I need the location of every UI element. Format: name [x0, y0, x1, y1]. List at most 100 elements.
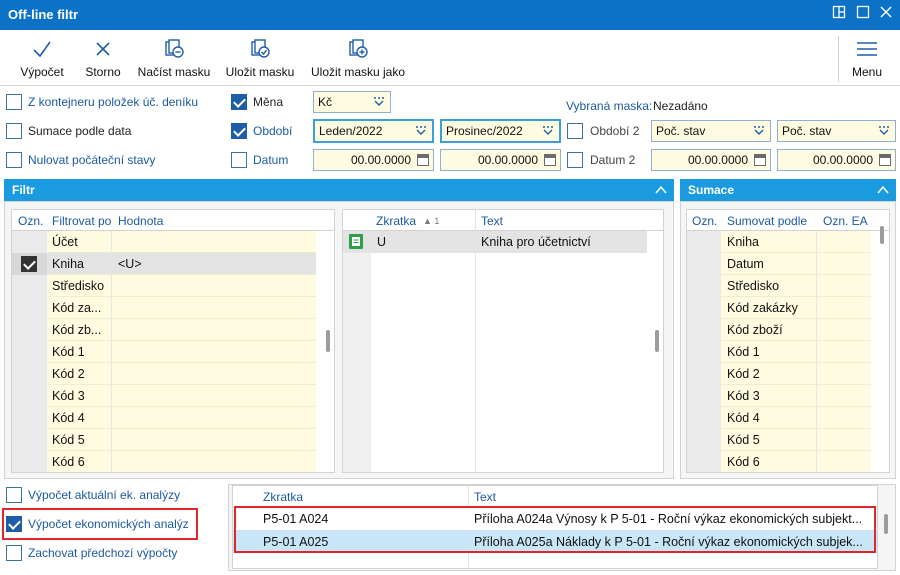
row-mark-cell[interactable]: [12, 385, 47, 407]
col-header[interactable]: Ozn.: [18, 214, 43, 228]
economic-analysis-checkbox[interactable]: [6, 516, 22, 532]
table-row[interactable]: Kód 4: [12, 407, 316, 429]
calendar-icon[interactable]: [754, 154, 766, 166]
date-checkbox[interactable]: [231, 152, 247, 168]
filter-value-cell[interactable]: [112, 429, 316, 451]
date-to-input[interactable]: 00.00.0000: [440, 149, 561, 171]
filter-value-cell[interactable]: [112, 231, 316, 253]
period-from-select[interactable]: Leden/2022: [313, 119, 434, 143]
col-header[interactable]: Hodnota: [118, 214, 163, 228]
sum-scrollbar[interactable]: [880, 226, 884, 244]
table-row[interactable]: Kód 2: [687, 363, 871, 385]
filter-value-cell[interactable]: [112, 451, 316, 472]
reset-initial-checkbox[interactable]: [6, 152, 22, 168]
sum-by-date-checkbox[interactable]: [6, 123, 22, 139]
row-mark-cell[interactable]: [12, 319, 47, 341]
table-row[interactable]: Středisko: [12, 275, 316, 297]
row-mark-cell[interactable]: [12, 363, 47, 385]
period2-checkbox[interactable]: [567, 123, 583, 139]
filter-scrollbar[interactable]: [326, 330, 330, 352]
col-header[interactable]: Zkratka: [263, 490, 303, 504]
date-from-input[interactable]: 00.00.0000: [313, 149, 434, 171]
filter-value-cell[interactable]: [112, 385, 316, 407]
row-mark-cell[interactable]: [12, 429, 47, 451]
filter-value-cell[interactable]: [112, 275, 316, 297]
table-row[interactable]: Kód 1: [12, 341, 316, 363]
table-row[interactable]: Středisko: [687, 275, 871, 297]
table-row[interactable]: Kód 6: [687, 451, 871, 472]
filter-value-cell[interactable]: [112, 297, 316, 319]
currency-select[interactable]: Kč: [313, 91, 391, 113]
period-to-select[interactable]: Prosinec/2022: [440, 119, 561, 143]
table-row[interactable]: Kód 3: [12, 385, 316, 407]
sum-ea-cell[interactable]: [817, 363, 871, 385]
table-row[interactable]: Kniha: [687, 231, 871, 253]
sum-ea-cell[interactable]: [817, 253, 871, 275]
filter-value-cell[interactable]: [112, 407, 316, 429]
col-header[interactable]: Filtrovat po: [52, 214, 111, 228]
col-header[interactable]: Text: [481, 214, 503, 228]
col-header[interactable]: Zkratka: [376, 214, 416, 228]
date2-checkbox[interactable]: [567, 152, 583, 168]
row-checkbox[interactable]: [21, 256, 37, 272]
calendar-icon[interactable]: [544, 154, 556, 166]
restore-icon[interactable]: [830, 5, 848, 23]
filter-value-cell[interactable]: [112, 363, 316, 385]
table-row[interactable]: Kód 5: [12, 429, 316, 451]
current-analysis-checkbox[interactable]: [6, 487, 22, 503]
filter-value-cell[interactable]: [112, 319, 316, 341]
col-header[interactable]: Text: [474, 490, 496, 504]
col-header[interactable]: Ozn. EA: [823, 214, 868, 228]
period2-from-select[interactable]: Poč. stav: [651, 120, 771, 142]
date2-to-input[interactable]: 00.00.0000: [777, 149, 896, 171]
sum-ea-cell[interactable]: [817, 341, 871, 363]
table-row[interactable]: Kniha <U>: [12, 253, 316, 275]
compute-button[interactable]: Výpočet: [16, 38, 68, 82]
period-checkbox[interactable]: [231, 123, 247, 139]
keep-previous-checkbox[interactable]: [6, 545, 22, 561]
row-mark-cell[interactable]: [12, 231, 47, 253]
period2-to-select[interactable]: Poč. stav: [777, 120, 896, 142]
row-mark-cell[interactable]: [12, 407, 47, 429]
table-row[interactable]: Datum: [687, 253, 871, 275]
col-header[interactable]: Sumovat podle: [727, 214, 807, 228]
load-mask-button[interactable]: Načíst masku: [136, 38, 212, 82]
from-journal-checkbox[interactable]: [6, 94, 22, 110]
col-header[interactable]: Ozn.: [692, 214, 717, 228]
table-row[interactable]: Kód 5: [687, 429, 871, 451]
collapse-icon[interactable]: [876, 183, 890, 197]
table-row[interactable]: Účet: [12, 231, 316, 253]
table-row[interactable]: Kód 4: [687, 407, 871, 429]
sum-ea-cell[interactable]: [817, 407, 871, 429]
book-scrollbar[interactable]: [655, 330, 659, 352]
sum-ea-cell[interactable]: [817, 297, 871, 319]
analysis-scrollbar[interactable]: [884, 514, 888, 534]
menu-button[interactable]: Menu: [846, 38, 888, 82]
cancel-button[interactable]: Storno: [80, 38, 126, 82]
table-row[interactable]: Kód 1: [687, 341, 871, 363]
row-mark-cell[interactable]: [12, 451, 47, 472]
table-row[interactable]: Kód 2: [12, 363, 316, 385]
row-mark-cell[interactable]: [12, 297, 47, 319]
date2-from-input[interactable]: 00.00.0000: [651, 149, 771, 171]
table-row[interactable]: Kód 6: [12, 451, 316, 472]
sum-ea-cell[interactable]: [817, 275, 871, 297]
calendar-icon[interactable]: [879, 154, 891, 166]
sum-ea-cell[interactable]: [817, 429, 871, 451]
calendar-icon[interactable]: [417, 154, 429, 166]
sum-ea-cell[interactable]: [817, 231, 871, 253]
collapse-icon[interactable]: [654, 183, 668, 197]
filter-value-cell[interactable]: <U>: [112, 253, 316, 275]
close-icon[interactable]: [877, 5, 895, 23]
row-mark-cell[interactable]: [12, 253, 47, 275]
sum-ea-cell[interactable]: [817, 385, 871, 407]
save-mask-as-button[interactable]: Uložit masku jako: [308, 38, 408, 82]
filter-value-cell[interactable]: [112, 341, 316, 363]
sum-ea-cell[interactable]: [817, 451, 871, 472]
save-mask-button[interactable]: Uložit masku: [222, 38, 298, 82]
table-row[interactable]: Kód za...: [12, 297, 316, 319]
row-mark-cell[interactable]: [12, 341, 47, 363]
table-row[interactable]: Kód zakázky: [687, 297, 871, 319]
table-row[interactable]: U Kniha pro účetnictví: [343, 231, 647, 253]
maximize-icon[interactable]: [854, 5, 872, 23]
